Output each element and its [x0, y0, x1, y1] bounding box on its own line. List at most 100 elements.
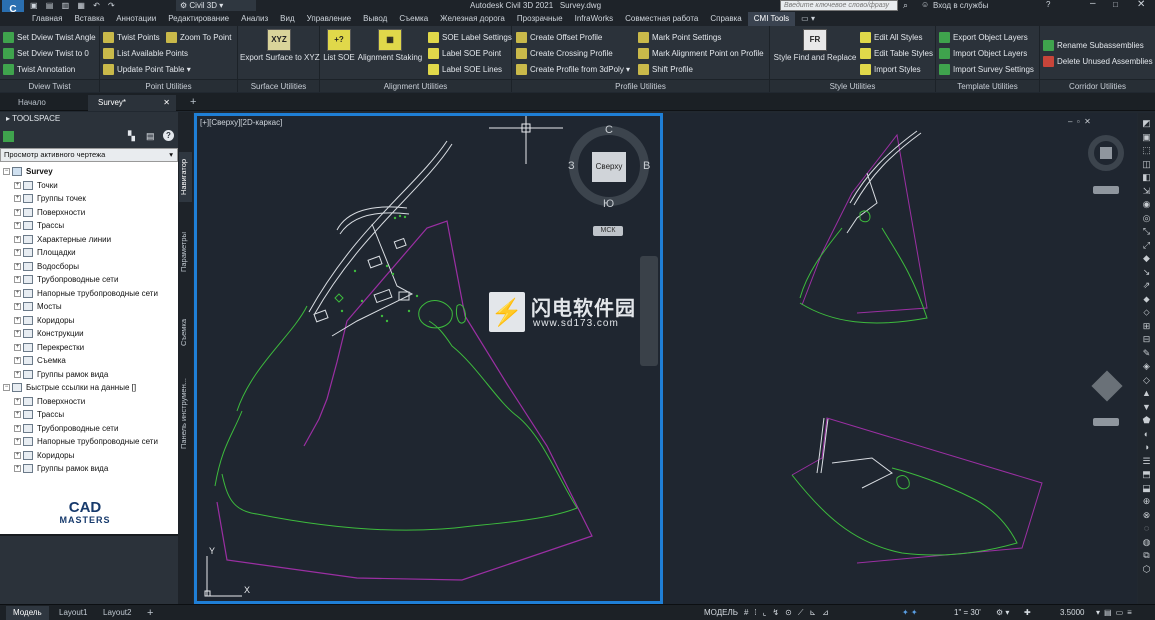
update-point-table-button[interactable]: Update Point Table ▾ [103, 62, 191, 77]
view-select[interactable]: Просмотр активного чертежа ▾ [0, 148, 178, 162]
tree-item[interactable]: + Мосты [0, 300, 178, 314]
tree-item[interactable]: + Группы рамок вида [0, 462, 178, 476]
compass-south[interactable]: Ю [603, 198, 614, 210]
soe-label-settings-button[interactable]: SOE Label Settings [428, 30, 512, 45]
tab-infraworks[interactable]: InfraWorks [569, 12, 620, 26]
tab-modify[interactable]: Редактирование [162, 12, 235, 26]
ucs-menu[interactable]: МСК [593, 226, 623, 236]
tree-item[interactable]: + Трассы [0, 408, 178, 422]
plus-icon[interactable]: ✚ [1024, 606, 1031, 620]
palette-tool-icon[interactable]: ✎ [1138, 347, 1155, 361]
palette-tool-icon[interactable]: ⬡ [1138, 563, 1155, 577]
tree-item[interactable]: + Поверхности [0, 395, 178, 409]
expand-icon[interactable]: + [14, 451, 21, 459]
side-tab-navigator[interactable]: Навигатор [179, 152, 192, 202]
search-icon[interactable]: ⌕ [903, 0, 908, 11]
doc-tab-survey[interactable]: Survey* ✕ [88, 95, 176, 111]
palette-tool-icon[interactable]: ⊗ [1138, 509, 1155, 523]
tree-item[interactable]: + Поверхности [0, 206, 178, 220]
tab-home[interactable]: Главная [26, 12, 68, 26]
expand-icon[interactable]: + [14, 330, 21, 338]
import-styles-button[interactable]: Import Styles [860, 62, 921, 77]
palette-tool-icon[interactable]: ☰ [1138, 455, 1155, 469]
expand-icon[interactable]: + [14, 438, 21, 446]
palette-tool-icon[interactable]: ◧ [1138, 171, 1155, 185]
expand-icon[interactable]: + [14, 303, 21, 311]
collapse-icon[interactable]: − [3, 384, 10, 392]
signin-link[interactable]: Вход в службы [933, 0, 988, 11]
tree-item[interactable]: + Напорные трубопроводные сети [0, 435, 178, 449]
label-soe-lines-button[interactable]: Label SOE Lines [428, 62, 502, 77]
zoom-to-point-button[interactable]: Zoom To Point [166, 30, 231, 45]
expand-icon[interactable]: + [14, 276, 21, 284]
expand-icon[interactable]: + [14, 370, 21, 378]
navigation-bar[interactable] [640, 256, 658, 366]
search-box[interactable]: Введите ключевое слово/фразу [780, 0, 898, 11]
palette-tool-icon[interactable]: ◩ [1138, 117, 1155, 131]
tab-analyze[interactable]: Анализ [235, 12, 274, 26]
palette-tool-icon[interactable]: ◈ [1138, 360, 1155, 374]
add-layout-button[interactable]: + [140, 606, 160, 620]
tab-railway[interactable]: Железная дорога [434, 12, 511, 26]
panel-toggle-icon[interactable]: ▤ [146, 131, 155, 142]
expand-icon[interactable]: + [14, 262, 21, 270]
edit-table-styles-button[interactable]: Edit Table Styles [860, 46, 933, 61]
palette-tool-icon[interactable]: ◐ [1138, 428, 1155, 442]
layout-tab-model[interactable]: Модель [6, 606, 49, 620]
viewcube-face-small[interactable] [1100, 147, 1112, 159]
close-icon[interactable]: ✕ [163, 95, 170, 111]
palette-tool-icon[interactable]: ⇗ [1138, 279, 1155, 293]
annotation-scale-icon[interactable]: ✦ ✦ [902, 606, 918, 620]
tree-item[interactable]: + Водосборы [0, 260, 178, 274]
tree-item[interactable]: + Площадки [0, 246, 178, 260]
tree-item[interactable]: + Трассы [0, 219, 178, 233]
side-tab-settings[interactable]: Параметры [179, 224, 192, 280]
create-crossing-profile-button[interactable]: Create Crossing Profile [516, 46, 613, 61]
shift-profile-button[interactable]: Shift Profile [638, 62, 693, 77]
palette-tool-icon[interactable]: ▼ [1138, 401, 1155, 415]
palette-tool-icon[interactable]: ⤡ [1138, 225, 1155, 239]
palette-tool-icon[interactable]: ◍ [1138, 536, 1155, 550]
tree-item[interactable]: + Съемка [0, 354, 178, 368]
tree-item[interactable]: + Точки [0, 179, 178, 193]
palette-tool-icon[interactable]: ⬥ [1138, 293, 1155, 307]
workspace-select[interactable]: ⚙ Civil 3D ▾ [176, 0, 256, 11]
tree-item[interactable]: + Конструкции [0, 327, 178, 341]
user-icon[interactable]: ☺ [921, 0, 929, 9]
quick-access-toolbar[interactable]: ▣ ▤ ▥ ▦ ↶ ↷ [30, 1, 170, 11]
tree-item[interactable]: + Трубопроводные сети [0, 422, 178, 436]
drafting-toggles[interactable]: #⁞⌞↯⊙⟋⊾⊿ [744, 606, 835, 620]
toolspace-icon[interactable] [3, 131, 14, 142]
expand-icon[interactable]: + [14, 343, 21, 351]
palette-tool-icon[interactable]: ⬚ [1138, 144, 1155, 158]
tab-survey[interactable]: Съемка [393, 12, 434, 26]
expand-icon[interactable]: + [14, 357, 21, 365]
expand-icon[interactable]: + [14, 465, 21, 473]
expand-icon[interactable]: + [14, 222, 21, 230]
layout-tab-layout1[interactable]: Layout1 [52, 606, 94, 620]
label-soe-point-button[interactable]: Label SOE Point [428, 46, 501, 61]
rename-subassemblies-button[interactable]: Rename Subassemblies [1043, 38, 1144, 53]
palette-tool-icon[interactable]: ◉ [1138, 198, 1155, 212]
collapse-icon[interactable]: − [3, 168, 10, 176]
help-icon[interactable]: ? [1046, 0, 1050, 9]
minimize-button[interactable]: – [1090, 0, 1096, 9]
ribbon-toggle-icon[interactable]: ▭ ▾ [795, 12, 821, 26]
tab-cmi-tools[interactable]: CMI Tools [747, 12, 796, 26]
export-surface-xyz-button[interactable]: XYZ Export Surface to XYZ [240, 29, 320, 62]
export-object-layers-button[interactable]: Export Object Layers [939, 30, 1028, 45]
style-find-replace-button[interactable]: FR Style Find and Replace [773, 29, 857, 62]
expand-icon[interactable]: + [14, 249, 21, 257]
palette-tool-icon[interactable]: ⇲ [1138, 185, 1155, 199]
set-dview-twist-zero-button[interactable]: Set Dview Twist to 0 [3, 46, 89, 61]
elevation-value[interactable]: 3.5000 [1060, 606, 1084, 620]
palette-tool-icon[interactable]: ▲ [1138, 387, 1155, 401]
viewcube-face[interactable]: Сверху [592, 152, 626, 182]
ucs-menu-3d[interactable] [1093, 418, 1119, 426]
expand-icon[interactable]: + [14, 235, 21, 243]
viewports-right[interactable]: – ▫ ✕ [682, 113, 1137, 604]
palette-tool-icon[interactable]: ⬟ [1138, 414, 1155, 428]
palette-tool-icon[interactable]: ◎ [1138, 212, 1155, 226]
list-soe-button[interactable]: +? List SOE [323, 29, 355, 62]
expand-icon[interactable]: + [14, 181, 21, 189]
